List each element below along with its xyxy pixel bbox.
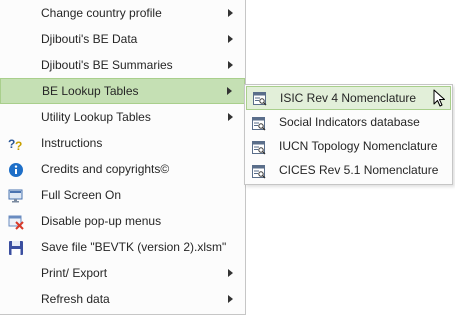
submenu-item-label: Social Indicators database bbox=[279, 115, 420, 129]
submenu-arrow-icon bbox=[228, 35, 233, 43]
submenu-item-label: CICES Rev 5.1 Nomenclature bbox=[279, 163, 439, 177]
submenu-item-social-indicators[interactable]: Social Indicators database bbox=[246, 110, 451, 134]
menu-item-change-country-profile[interactable]: Change country profile bbox=[0, 0, 245, 26]
submenu-arrow-icon bbox=[228, 9, 233, 17]
menu-item-credits[interactable]: Credits and copyrights© bbox=[0, 156, 245, 182]
table-lookup-icon bbox=[253, 91, 267, 106]
help-icon: ? ? bbox=[8, 135, 24, 153]
svg-text:?: ? bbox=[15, 139, 22, 152]
submenu-arrow-icon bbox=[228, 295, 233, 303]
submenu-item-label: ISIC Rev 4 Nomenclature bbox=[280, 91, 417, 105]
menu-item-print-export[interactable]: Print/ Export bbox=[0, 260, 245, 286]
menu-item-label: Utility Lookup Tables bbox=[41, 110, 151, 124]
submenu-arrow-icon bbox=[228, 61, 233, 69]
context-menu: Change country profile Djibouti's BE Dat… bbox=[0, 0, 246, 315]
be-lookup-tables-submenu: ISIC Rev 4 Nomenclature Social Indicator… bbox=[244, 84, 453, 185]
full-screen-icon bbox=[8, 187, 24, 203]
submenu-item-iucn-topology[interactable]: IUCN Topology Nomenclature bbox=[246, 134, 451, 158]
table-lookup-icon bbox=[252, 115, 266, 131]
menu-item-label: Instructions bbox=[41, 136, 103, 150]
submenu-arrow-icon bbox=[227, 87, 232, 95]
menu-item-full-screen[interactable]: Full Screen On bbox=[0, 182, 245, 208]
save-icon bbox=[8, 239, 24, 255]
menu-item-label: Refresh data bbox=[41, 292, 110, 306]
menu-item-label: Disable pop-up menus bbox=[41, 214, 162, 228]
menu-item-disable-popup-menus[interactable]: Disable pop-up menus bbox=[0, 208, 245, 234]
menu-item-be-lookup-tables[interactable]: BE Lookup Tables bbox=[0, 78, 245, 104]
table-lookup-icon bbox=[252, 139, 266, 155]
submenu-item-isic-rev4[interactable]: ISIC Rev 4 Nomenclature bbox=[246, 86, 451, 110]
menu-item-label: Change country profile bbox=[41, 6, 162, 20]
menu-item-label: Djibouti's BE Summaries bbox=[41, 58, 173, 72]
menu-item-label: Credits and copyrights© bbox=[41, 162, 170, 176]
disable-menu-icon bbox=[8, 213, 24, 230]
menu-item-label: Full Screen On bbox=[41, 188, 122, 202]
menu-item-utility-lookup-tables[interactable]: Utility Lookup Tables bbox=[0, 104, 245, 130]
menu-item-label: Save file "BEVTK (version 2).xlsm" bbox=[41, 240, 227, 254]
table-lookup-icon bbox=[252, 163, 266, 179]
mouse-cursor-icon bbox=[433, 89, 447, 109]
menu-item-instructions[interactable]: ? ? Instructions bbox=[0, 130, 245, 156]
submenu-item-label: IUCN Topology Nomenclature bbox=[279, 139, 438, 153]
menu-item-save-file[interactable]: Save file "BEVTK (version 2).xlsm" bbox=[0, 234, 245, 260]
menu-item-refresh-data[interactable]: Refresh data bbox=[0, 286, 245, 312]
submenu-arrow-icon bbox=[228, 269, 233, 277]
info-icon bbox=[8, 161, 24, 177]
submenu-item-cices-rev51[interactable]: CICES Rev 5.1 Nomenclature bbox=[246, 158, 451, 182]
menu-item-djibouti-be-summaries[interactable]: Djibouti's BE Summaries bbox=[0, 52, 245, 78]
submenu-arrow-icon bbox=[228, 113, 233, 121]
menu-item-djibouti-be-data[interactable]: Djibouti's BE Data bbox=[0, 26, 245, 52]
menu-item-label: Djibouti's BE Data bbox=[41, 32, 138, 46]
menu-item-label: Print/ Export bbox=[41, 266, 108, 280]
menu-item-label: BE Lookup Tables bbox=[42, 84, 139, 98]
